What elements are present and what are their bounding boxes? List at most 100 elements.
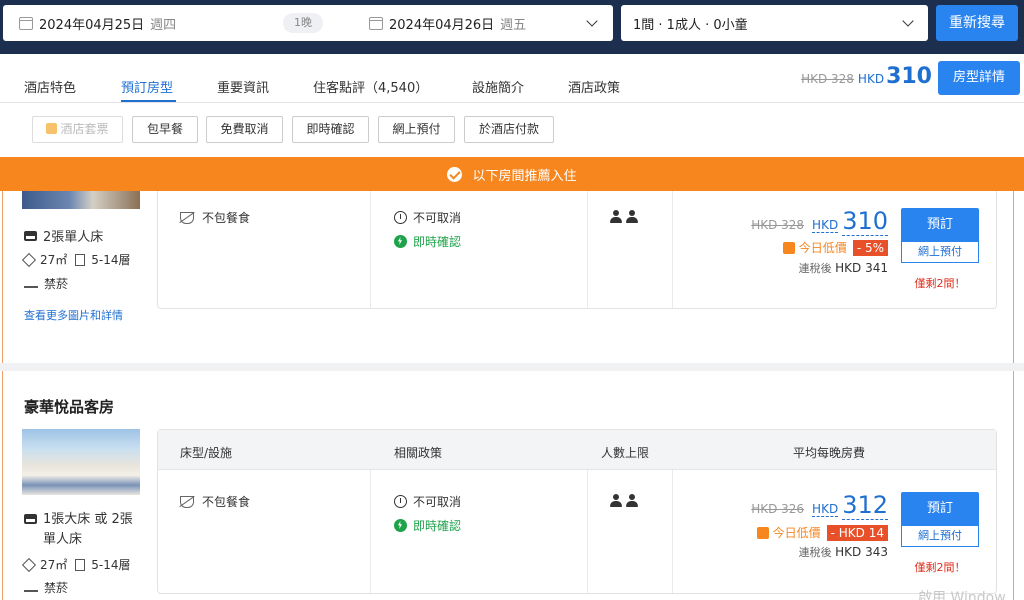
cancel-policy[interactable]: 不可取消 (394, 493, 461, 510)
bed-info: 2張單人床 (24, 226, 103, 245)
current-price: 312 (842, 491, 888, 520)
calendar-icon (369, 16, 383, 30)
more-photos-link[interactable]: 查看更多圖片和詳情 (24, 307, 123, 323)
low-price-tag: 今日低價 - 5% (688, 239, 888, 256)
current-price: 310 (842, 207, 888, 236)
room-title: 豪華悅品客房 (24, 398, 115, 416)
filter-breakfast[interactable]: 包早餐 (132, 116, 198, 143)
tab-reviews[interactable]: 住客點評（4,540） (313, 77, 428, 96)
no-meal-icon (180, 495, 194, 508)
activation-watermark: 啟用 Window (918, 590, 1006, 600)
guests-value: 1間 · 1成人 · 0小童 (633, 17, 748, 33)
filter-prepay[interactable]: 網上預付 (378, 116, 455, 143)
max-occupancy (610, 210, 638, 223)
no-meal-icon (180, 211, 194, 224)
bed-icon (24, 514, 37, 524)
tab-policies[interactable]: 酒店政策 (568, 77, 620, 96)
col-bed-facilities: 床型/設施 (180, 446, 233, 460)
price-after-tax: 連稅後 HKD 343 (798, 545, 888, 559)
checkin-date-value: 2024年04月25日 (39, 17, 145, 33)
room-size-info: 27㎡ 5-14層 (21, 251, 131, 268)
original-price: HKD 326 (751, 502, 805, 516)
tab-facilities[interactable]: 設施簡介 (472, 77, 524, 96)
no-smoking-icon (24, 584, 38, 592)
max-occupancy (610, 494, 638, 507)
bed-icon (24, 230, 37, 241)
col-max-guests: 人數上限 (601, 446, 650, 460)
recommend-banner: 以下房間推薦入住 (0, 157, 1024, 191)
filter-package[interactable]: 酒店套票 (32, 116, 123, 143)
checkin-date[interactable]: 2024年04月25日 週四 (3, 5, 176, 41)
low-price-tag: 今日低價 - HKD 14 (688, 524, 888, 541)
price-after-tax: 連稅後 HKD 341 (798, 261, 888, 275)
room-photo[interactable] (22, 429, 140, 495)
tab-important-info[interactable]: 重要資訊 (217, 77, 269, 96)
book-button[interactable]: 預訂 (901, 208, 979, 242)
checkin-weekday: 週四 (150, 17, 177, 33)
person-icon (626, 210, 638, 223)
prepay-button[interactable]: 網上預付 (901, 525, 979, 547)
info-icon (394, 211, 407, 224)
floor-icon (75, 253, 86, 266)
area-icon (21, 557, 37, 572)
active-tab-indicator (121, 100, 176, 102)
checkout-weekday: 週五 (500, 17, 527, 33)
rooms-left: 僅剩2間！ (914, 277, 966, 290)
rate-card: 不包餐食 不可取消 即時確認 HKD 328 HKD 310 今日低價 - 5%… (157, 191, 997, 309)
section-divider (0, 363, 1024, 371)
no-smoking-icon (24, 280, 38, 288)
check-circle-icon (447, 166, 463, 182)
tab-room-types[interactable]: 預訂房型 (121, 77, 173, 96)
bolt-icon (394, 235, 407, 248)
checkout-date-value: 2024年04月26日 (389, 17, 495, 33)
current-price: 310 (886, 64, 932, 89)
chevron-down-icon[interactable] (902, 15, 914, 27)
rate-table: 床型/設施 相關政策 人數上限 平均每晚房費 不包餐食 不可取消 即時確認 HK… (157, 429, 997, 594)
nights-badge: 1晚 (283, 13, 323, 33)
instant-confirm: 即時確認 (394, 233, 461, 250)
table-header: 床型/設施 相關政策 人數上限 平均每晚房費 (158, 430, 996, 470)
meal-info: 不包餐食 (180, 493, 250, 510)
filter-instant-confirm[interactable]: 即時確認 (292, 116, 369, 143)
col-policies: 相關政策 (394, 446, 443, 460)
currency: HKD (857, 72, 885, 86)
cancel-policy[interactable]: 不可取消 (394, 209, 461, 226)
person-icon (626, 494, 638, 507)
room-photo[interactable] (22, 191, 140, 209)
prepay-button[interactable]: 網上預付 (901, 241, 979, 263)
calendar-icon (19, 16, 33, 30)
room-size-info: 27㎡ 5-14層 (21, 556, 131, 573)
date-range-field[interactable]: 2024年04月25日 週四 1晚 2024年04月26日 週五 (3, 5, 613, 41)
person-icon (610, 494, 622, 507)
search-button[interactable]: 重新搜尋 (936, 5, 1018, 41)
tag-icon (782, 241, 795, 254)
smoking-info: 禁菸 (24, 579, 68, 596)
info-icon (394, 495, 407, 508)
original-price: HKD 328 (801, 72, 854, 86)
tab-hotel-features[interactable]: 酒店特色 (24, 77, 76, 96)
room-details-button[interactable]: 房型詳情 (938, 61, 1020, 95)
col-avg-price: 平均每晚房費 (793, 446, 866, 460)
search-bar: 2024年04月25日 週四 1晚 2024年04月26日 週五 1間 · 1成… (0, 0, 1024, 54)
original-price: HKD 328 (751, 218, 805, 232)
discount-badge: - 5% (852, 239, 888, 256)
currency: HKD (812, 218, 839, 233)
filter-pay-at-hotel[interactable]: 於酒店付款 (464, 116, 554, 143)
package-icon (46, 123, 58, 134)
rate-price: HKD 326 HKD 312 (688, 491, 888, 520)
bed-info: 1張大床 或 2張單人床 (24, 510, 143, 550)
meal-info: 不包餐食 (180, 209, 250, 226)
bolt-icon (394, 519, 407, 532)
smoking-info: 禁菸 (24, 275, 68, 292)
filter-free-cancel[interactable]: 免費取消 (206, 116, 283, 143)
rooms-left: 僅剩2間！ (914, 561, 966, 574)
book-button[interactable]: 預訂 (901, 492, 979, 526)
chevron-down-icon[interactable] (586, 15, 598, 27)
instant-confirm: 即時確認 (394, 517, 461, 534)
area-icon (21, 252, 37, 267)
floor-icon (75, 558, 86, 571)
guests-field[interactable]: 1間 · 1成人 · 0小童 (621, 5, 928, 41)
discount-badge: - HKD 14 (826, 524, 888, 541)
currency: HKD (812, 502, 839, 517)
checkout-date[interactable]: 2024年04月26日 週五 (353, 5, 526, 41)
